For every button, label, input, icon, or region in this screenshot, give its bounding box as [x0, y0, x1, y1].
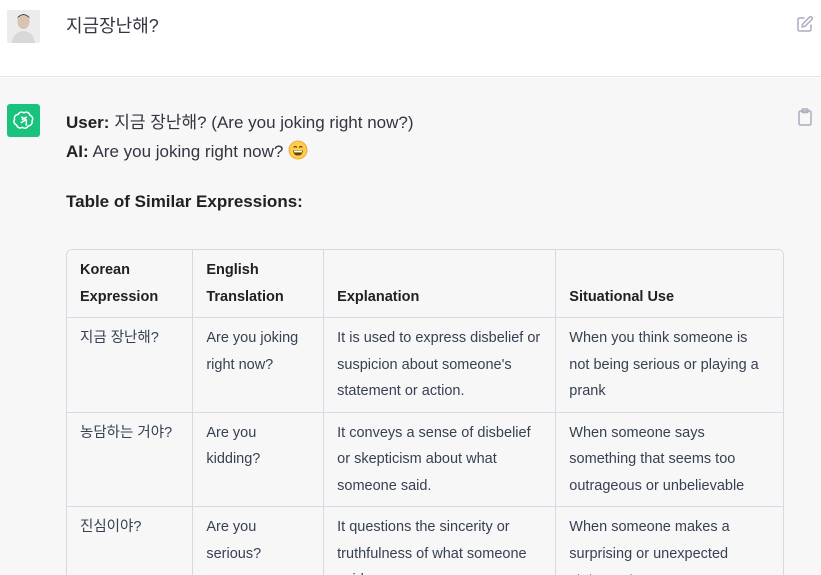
speaker-label-ai: AI:: [66, 142, 89, 161]
table-cell: 진심이야?: [67, 506, 194, 575]
table-cell: 지금 장난해?: [67, 317, 194, 413]
table-cell: It conveys a sense of disbelief or skept…: [323, 412, 557, 507]
table-row: 진심이야? Are you serious? It questions the …: [67, 506, 783, 575]
table-cell: It questions the sincerity or truthfulne…: [323, 506, 557, 575]
grinning-face-icon: [288, 140, 308, 165]
openai-logo-icon: [7, 104, 40, 137]
table-heading: Table of Similar Expressions:: [66, 192, 303, 211]
dialogue-ai-line: AI: Are you joking right now?: [66, 140, 308, 165]
column-header-explanation: Explanation: [323, 250, 557, 318]
assistant-message-row: User: 지금 장난해? (Are you joking right now?…: [0, 78, 821, 575]
table-row: 농담하는 거야? Are you kidding? It conveys a s…: [67, 412, 783, 507]
table-cell: When someone says something that seems t…: [555, 412, 783, 507]
dialogue-user-line: User: 지금 장난해? (Are you joking right now?…: [66, 108, 414, 133]
table-cell: When you think someone is not being seri…: [555, 317, 783, 413]
column-header-english: English Translation: [192, 250, 325, 318]
speaker-label-user: User:: [66, 113, 110, 132]
user-message-row: 지금장난해?: [0, 0, 821, 77]
table-cell: It is used to express disbelief or suspi…: [323, 317, 557, 413]
user-message-text: 지금장난해?: [66, 16, 159, 36]
column-header-korean: Korean Expression: [67, 250, 194, 318]
clipboard-icon[interactable]: [797, 108, 813, 126]
table-cell: 농담하는 거야?: [67, 412, 194, 507]
expressions-table: Korean Expression English Translation Ex…: [66, 249, 784, 575]
table-cell: Are you kidding?: [192, 412, 325, 507]
user-avatar: [7, 10, 40, 43]
table-cell: When someone makes a surprising or unexp…: [555, 506, 783, 575]
dialogue-user-text: 지금 장난해? (Are you joking right now?): [109, 113, 414, 132]
table-cell: Are you joking right now?: [192, 317, 325, 413]
table-row: 지금 장난해? Are you joking right now? It is …: [67, 317, 783, 413]
edit-icon[interactable]: [796, 15, 814, 33]
dialogue-ai-text: Are you joking right now?: [88, 142, 289, 161]
column-header-situational-use: Situational Use: [555, 250, 783, 318]
table-cell: Are you serious?: [192, 506, 325, 575]
table-header-row: Korean Expression English Translation Ex…: [67, 250, 783, 318]
